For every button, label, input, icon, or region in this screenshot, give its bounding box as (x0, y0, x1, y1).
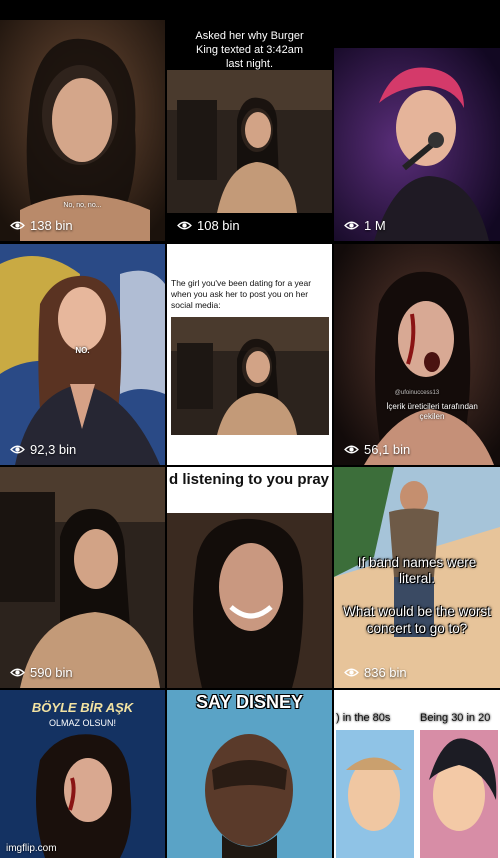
grid-tile-8[interactable]: d listening to you pray for y rn ligamen… (167, 467, 332, 688)
tile-7-view-count: 590 bin (10, 665, 73, 680)
tile-9-view-count: 836 bin (344, 665, 407, 680)
tile-3-view-count: 1 M (344, 218, 386, 233)
grid-tile-10[interactable]: BÖYLE BİR AŞK OLMAZ OLSUN! imgflip.com (0, 690, 165, 858)
tile-5-caption: The girl you've been dating for a year w… (171, 278, 312, 311)
eye-icon (10, 445, 25, 454)
tile-2-image (167, 70, 332, 213)
tile-12-left-label: ) in the 80s (336, 712, 391, 724)
eye-icon (10, 221, 25, 230)
tile-1-view-count: 138 bin (10, 218, 73, 233)
grid-tile-6[interactable]: @ufoinuccess13 İçerik üreticileri tarafı… (334, 244, 500, 465)
grid-tile-4[interactable]: NO. 92,3 bin (0, 244, 165, 465)
grid-tile-3[interactable]: 1 M (334, 48, 500, 241)
eye-icon (344, 445, 359, 454)
tile-6-credit: İçerik üreticileri tarafından çekilen (386, 402, 478, 421)
view-count-text: 590 bin (30, 665, 73, 680)
grid-tile-9[interactable]: If band names were literal. What would b… (334, 467, 500, 688)
view-count-text: 92,3 bin (30, 442, 77, 457)
tile-10-image (0, 690, 165, 858)
view-count-text: 56,1 bin (364, 442, 411, 457)
tile-11-banner: SAY DISNEY (195, 692, 304, 712)
view-count-text: 836 bin (364, 665, 407, 680)
tile-10-title: BÖYLE BİR AŞK (31, 700, 134, 715)
tile-11-image (167, 690, 332, 858)
view-count-text: 108 bin (197, 218, 240, 233)
view-count-text: 138 bin (30, 218, 73, 233)
tile-1-subtitle: No, no, no... (63, 202, 102, 209)
tile-10-subtitle: OLMAZ OLSUN! (48, 718, 116, 728)
tile-6-image (334, 244, 500, 465)
grid-tile-12[interactable]: ) in the 80s Being 30 in 20 (334, 690, 500, 858)
eye-icon (344, 668, 359, 677)
tile-3-image (334, 48, 500, 241)
tile-2-view-count: 108 bin (177, 218, 240, 233)
eye-icon (177, 221, 192, 230)
grid-tile-7[interactable]: 590 bin (0, 467, 165, 688)
tile-8-banner: d listening to you pray for y rn ligamen… (167, 467, 332, 513)
explore-grid: No, no, no... 138 bin Asked her why Burg… (0, 0, 500, 858)
tile-6-view-count: 56,1 bin (344, 442, 410, 457)
grid-tile-2[interactable]: Asked her why Burger King texted at 3:42… (167, 20, 332, 241)
tile-7-image (0, 467, 165, 688)
grid-tile-11[interactable]: SAY DISNEY (167, 690, 332, 858)
grid-tile-5[interactable]: The girl you've been dating for a year w… (167, 244, 332, 465)
view-count-text: 1 M (364, 218, 386, 233)
tile-4-label: NO. (75, 346, 90, 355)
eye-icon (344, 221, 359, 230)
tile-4-view-count: 92,3 bin (10, 442, 76, 457)
tile-6-handle: @ufoinuccess13 (394, 390, 440, 396)
tile-5-image (171, 317, 329, 435)
imgflip-watermark: imgflip.com (6, 843, 57, 854)
tile-9-overlay-text: If band names were literal. What would b… (343, 555, 491, 636)
tile-12-right-label: Being 30 in 20 (420, 712, 491, 724)
eye-icon (10, 668, 25, 677)
grid-tile-1[interactable]: No, no, no... 138 bin (0, 20, 165, 241)
tile-2-caption: Asked her why Burger King texted at 3:42… (167, 20, 332, 70)
